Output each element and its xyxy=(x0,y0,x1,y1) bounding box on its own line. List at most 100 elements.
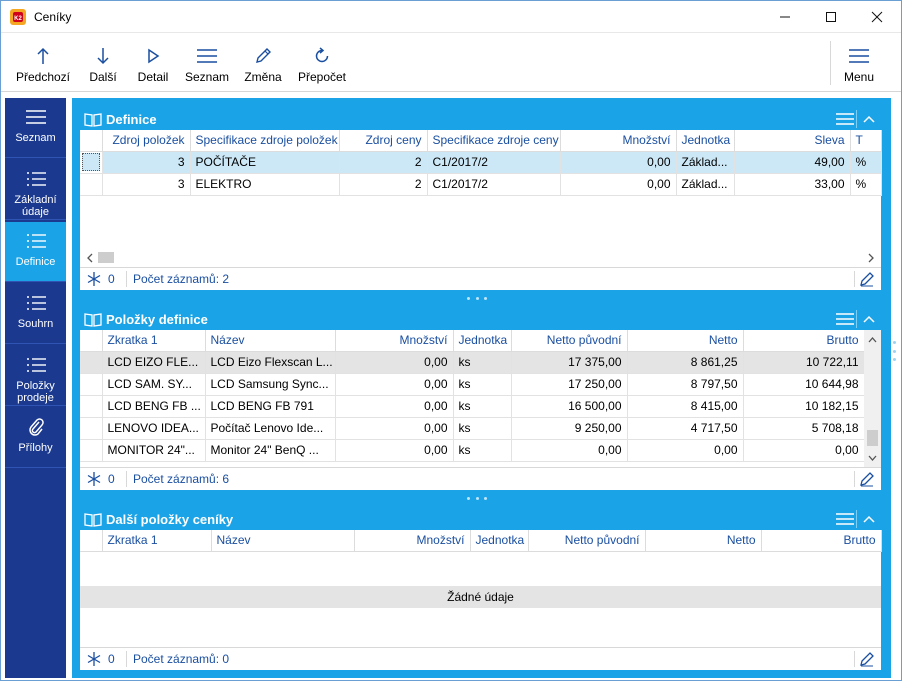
menu-button[interactable]: Menu xyxy=(839,33,879,91)
table-row[interactable]: 3 ELEKTRO 2 C1/2017/2 0,00 Základ... 33,… xyxy=(80,173,882,196)
pencil-icon[interactable] xyxy=(859,271,875,287)
right-resize-handle[interactable] xyxy=(893,341,897,361)
column-header[interactable]: Specifikace zdroje položek xyxy=(190,130,340,152)
row-indicator[interactable] xyxy=(80,351,103,374)
column-header[interactable]: Jednotka xyxy=(453,330,512,352)
table-cell[interactable]: Počítač Lenovo Ide... xyxy=(205,417,336,440)
sidebar-item-polozky-prodeje[interactable]: Položky prodeje xyxy=(5,346,66,406)
table-cell[interactable]: ks xyxy=(453,373,512,396)
table-row[interactable]: 3 POČÍTAČE 2 C1/2017/2 0,00 Základ... 49… xyxy=(80,151,882,174)
sidebar-item-zakladni-udaje[interactable]: Základní údaje xyxy=(5,160,66,220)
table-cell[interactable]: % xyxy=(850,173,882,196)
column-header[interactable]: Název xyxy=(205,330,336,352)
vertical-scrollbar[interactable] xyxy=(864,330,881,467)
column-header[interactable]: Brutto xyxy=(761,530,882,552)
table-cell[interactable]: 3 xyxy=(102,173,191,196)
close-button[interactable] xyxy=(854,1,900,32)
column-header[interactable]: Netto původní xyxy=(528,530,646,552)
table-cell[interactable]: % xyxy=(850,151,882,174)
table-row[interactable]: LCD EIZO FLE... LCD Eizo Flexscan L... 0… xyxy=(80,351,865,374)
minimize-button[interactable] xyxy=(762,1,808,32)
sidebar-item-definice[interactable]: Definice xyxy=(5,222,66,282)
column-header[interactable]: Zkratka 1 xyxy=(102,530,212,552)
column-header[interactable]: Brutto xyxy=(743,330,865,352)
panel-menu-icon[interactable] xyxy=(835,311,855,327)
table-cell[interactable]: 49,00 xyxy=(734,151,851,174)
maximize-button[interactable] xyxy=(808,1,854,32)
table-cell[interactable]: 0,00 xyxy=(627,439,744,462)
table-cell[interactable]: 0,00 xyxy=(335,373,454,396)
panel-menu-icon[interactable] xyxy=(835,511,855,527)
table-cell[interactable]: 10 182,15 xyxy=(743,395,865,418)
table-cell[interactable]: 0,00 xyxy=(560,173,677,196)
table-cell[interactable]: LCD EIZO FLE... xyxy=(102,351,206,374)
table-cell[interactable]: 33,00 xyxy=(734,173,851,196)
table-cell[interactable]: 17 375,00 xyxy=(511,351,628,374)
snowflake-icon[interactable] xyxy=(86,471,102,487)
panel-menu-icon[interactable] xyxy=(835,111,855,127)
table-cell[interactable]: 16 500,00 xyxy=(511,395,628,418)
table-cell[interactable]: 10 644,98 xyxy=(743,373,865,396)
table-cell[interactable]: ks xyxy=(453,395,512,418)
table-cell[interactable]: C1/2017/2 xyxy=(427,173,561,196)
sidebar-item-prilohy[interactable]: Přílohy xyxy=(5,408,66,468)
splitter-grip[interactable] xyxy=(467,497,487,501)
table-cell[interactable]: 8 415,00 xyxy=(627,395,744,418)
table-cell[interactable]: 2 xyxy=(339,151,428,174)
table-cell[interactable]: 4 717,50 xyxy=(627,417,744,440)
table-cell[interactable]: POČÍTAČE xyxy=(190,151,340,174)
row-indicator[interactable] xyxy=(80,151,103,174)
prev-button[interactable]: Předchozí xyxy=(14,33,72,91)
snowflake-icon[interactable] xyxy=(86,271,102,287)
column-header[interactable]: Zdroj položek xyxy=(102,130,191,152)
table-cell[interactable]: LCD SAM. SY... xyxy=(102,373,206,396)
pencil-icon[interactable] xyxy=(859,471,875,487)
recalc-button[interactable]: Přepočet xyxy=(296,33,348,91)
table-cell[interactable]: C1/2017/2 xyxy=(427,151,561,174)
table-cell[interactable]: LCD Eizo Flexscan L... xyxy=(205,351,336,374)
column-header[interactable]: Název xyxy=(211,530,355,552)
column-header[interactable]: Netto xyxy=(645,530,762,552)
table-row[interactable]: LCD SAM. SY... LCD Samsung Sync... 0,00 … xyxy=(80,373,865,396)
table-cell[interactable]: 0,00 xyxy=(560,151,677,174)
table-row[interactable]: MONITOR 24"... Monitor 24" BenQ ... 0,00… xyxy=(80,439,865,462)
table-row[interactable]: LENOVO IDEA... Počítač Lenovo Ide... 0,0… xyxy=(80,417,865,440)
collapse-chevron-up-icon[interactable] xyxy=(861,511,877,527)
sidebar-item-souhrn[interactable]: Souhrn xyxy=(5,284,66,344)
table-cell[interactable]: Základ... xyxy=(676,173,735,196)
table-cell[interactable]: 5 708,18 xyxy=(743,417,865,440)
table-cell[interactable]: 0,00 xyxy=(743,439,865,462)
edit-button[interactable]: Změna xyxy=(242,33,284,91)
horizontal-scrollbar[interactable] xyxy=(80,249,881,266)
collapse-chevron-up-icon[interactable] xyxy=(861,311,877,327)
collapse-chevron-up-icon[interactable] xyxy=(861,111,877,127)
table-cell[interactable]: ks xyxy=(453,417,512,440)
table-cell[interactable]: 8 861,25 xyxy=(627,351,744,374)
list-button[interactable]: Seznam xyxy=(185,33,229,91)
table-cell[interactable]: LCD BENG FB 791 xyxy=(205,395,336,418)
table-cell[interactable]: MONITOR 24"... xyxy=(102,439,206,462)
column-header[interactable]: Sleva xyxy=(734,130,851,152)
row-indicator[interactable] xyxy=(80,439,103,462)
table-cell[interactable]: LENOVO IDEA... xyxy=(102,417,206,440)
table-cell[interactable]: 0,00 xyxy=(335,417,454,440)
row-indicator[interactable] xyxy=(80,173,103,196)
column-header[interactable]: Netto původní xyxy=(511,330,628,352)
table-cell[interactable]: 8 797,50 xyxy=(627,373,744,396)
column-header[interactable]: T xyxy=(850,130,882,152)
table-cell[interactable]: 17 250,00 xyxy=(511,373,628,396)
table-cell[interactable]: 3 xyxy=(102,151,191,174)
column-header[interactable]: Jednotka xyxy=(470,530,529,552)
row-indicator[interactable] xyxy=(80,395,103,418)
column-header[interactable]: Zdroj ceny xyxy=(339,130,428,152)
column-header[interactable]: Množství xyxy=(560,130,677,152)
pencil-icon[interactable] xyxy=(859,651,875,667)
table-cell[interactable]: 10 722,11 xyxy=(743,351,865,374)
table-cell[interactable]: 9 250,00 xyxy=(511,417,628,440)
table-cell[interactable]: ELEKTRO xyxy=(190,173,340,196)
table-cell[interactable]: Základ... xyxy=(676,151,735,174)
table-cell[interactable]: 0,00 xyxy=(335,351,454,374)
column-header[interactable]: Jednotka xyxy=(676,130,735,152)
snowflake-icon[interactable] xyxy=(86,651,102,667)
table-cell[interactable]: 2 xyxy=(339,173,428,196)
